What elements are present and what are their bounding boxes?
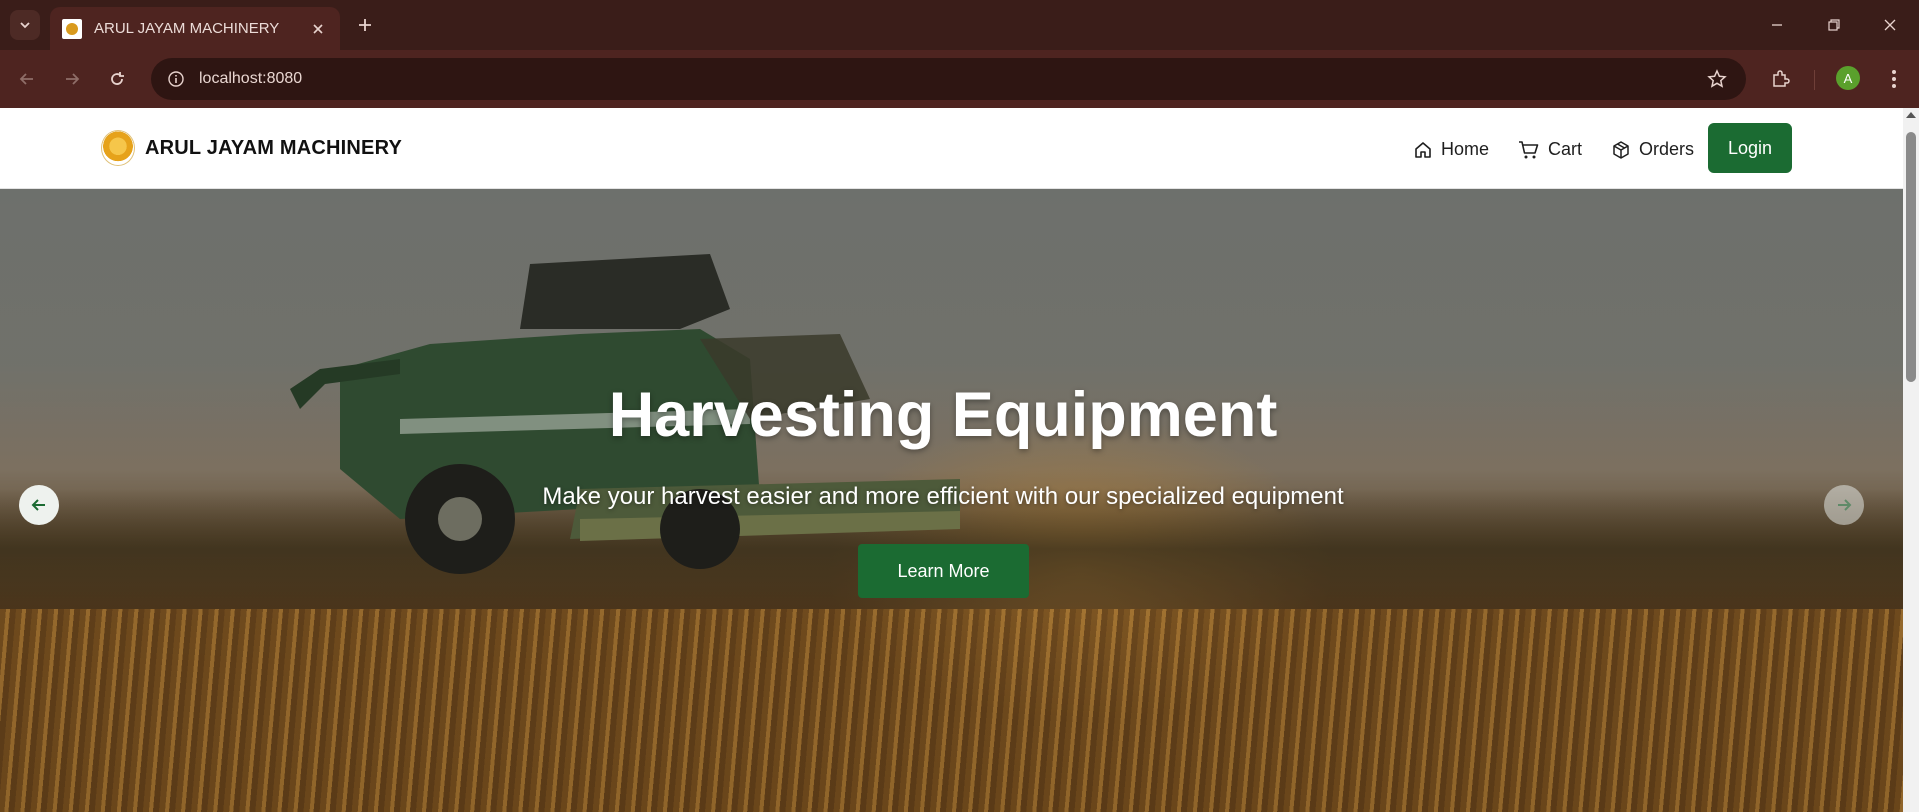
plus-icon (359, 19, 371, 31)
address-bar[interactable]: localhost:8080 (151, 58, 1746, 100)
browser-tab[interactable]: ARUL JAYAM MACHINERY (50, 7, 340, 50)
restore-icon (1828, 19, 1840, 31)
brand-name[interactable]: ARUL JAYAM MACHINERY (145, 137, 402, 160)
forward-button[interactable] (58, 65, 86, 93)
scroll-up-arrow[interactable] (1906, 112, 1916, 118)
arrow-right-icon (1838, 499, 1852, 511)
hero-content: Harvesting Equipment Make your harvest e… (0, 189, 1903, 812)
info-icon (168, 71, 184, 87)
bookmark-button[interactable] (1706, 68, 1728, 90)
new-tab-button[interactable] (353, 13, 377, 37)
window-close-button[interactable] (1877, 12, 1903, 38)
carousel-prev-button[interactable] (19, 485, 59, 525)
hero-title: Harvesting Equipment (608, 380, 1278, 450)
window-close-icon (1884, 19, 1896, 31)
package-icon (1613, 140, 1629, 159)
arrow-left-icon (31, 499, 45, 511)
profile-avatar[interactable]: A (1836, 66, 1860, 90)
hero-subtitle: Make your harvest easier and more effici… (542, 483, 1344, 510)
scrollbar-thumb[interactable] (1906, 132, 1916, 382)
extensions-icon (1773, 70, 1790, 87)
page-viewport: ARUL JAYAM MACHINERY Home Cart Orders Lo… (0, 108, 1903, 812)
browser-menu-button[interactable] (1880, 65, 1908, 93)
back-arrow-icon (19, 73, 33, 85)
forward-arrow-icon (66, 73, 80, 85)
nav-cart-label: Cart (1548, 139, 1583, 159)
learn-more-button[interactable]: Learn More (858, 544, 1029, 598)
browser-tab-bar: ARUL JAYAM MACHINERY (0, 0, 1919, 50)
site-header: ARUL JAYAM MACHINERY Home Cart Orders Lo… (0, 108, 1903, 189)
cart-icon (1519, 140, 1539, 158)
site-info-button[interactable] (165, 68, 187, 90)
chevron-down-icon (20, 22, 30, 29)
nav-orders[interactable]: Orders (1611, 139, 1694, 160)
back-button[interactable] (13, 65, 41, 93)
restore-button[interactable] (1821, 12, 1847, 38)
url-text: localhost:8080 (199, 70, 303, 87)
tab-close-button[interactable] (308, 19, 328, 39)
minimize-icon (1772, 24, 1782, 26)
nav-home-label: Home (1441, 139, 1490, 159)
reload-icon (111, 72, 124, 85)
tab-title: ARUL JAYAM MACHINERY (94, 20, 280, 37)
more-vert-icon (1892, 70, 1896, 88)
close-icon (313, 23, 323, 34)
tab-search-button[interactable] (10, 10, 40, 40)
brand-logo[interactable] (101, 130, 135, 166)
home-icon (1415, 141, 1431, 158)
nav-cart[interactable]: Cart (1518, 139, 1582, 160)
toolbar-divider (1814, 70, 1815, 90)
extensions-button[interactable] (1766, 65, 1794, 93)
carousel-next-button[interactable] (1824, 485, 1864, 525)
nav-orders-label: Orders (1639, 139, 1695, 159)
page-scrollbar[interactable] (1903, 108, 1919, 812)
browser-toolbar: localhost:8080 (0, 50, 1919, 108)
favicon-icon (62, 18, 82, 39)
reload-button[interactable] (103, 65, 131, 93)
nav-home[interactable]: Home (1413, 139, 1489, 160)
login-button[interactable]: Login (1708, 123, 1792, 173)
minimize-button[interactable] (1764, 12, 1790, 38)
star-icon (1707, 69, 1727, 88)
hero-carousel: Harvesting Equipment Make your harvest e… (0, 189, 1903, 812)
